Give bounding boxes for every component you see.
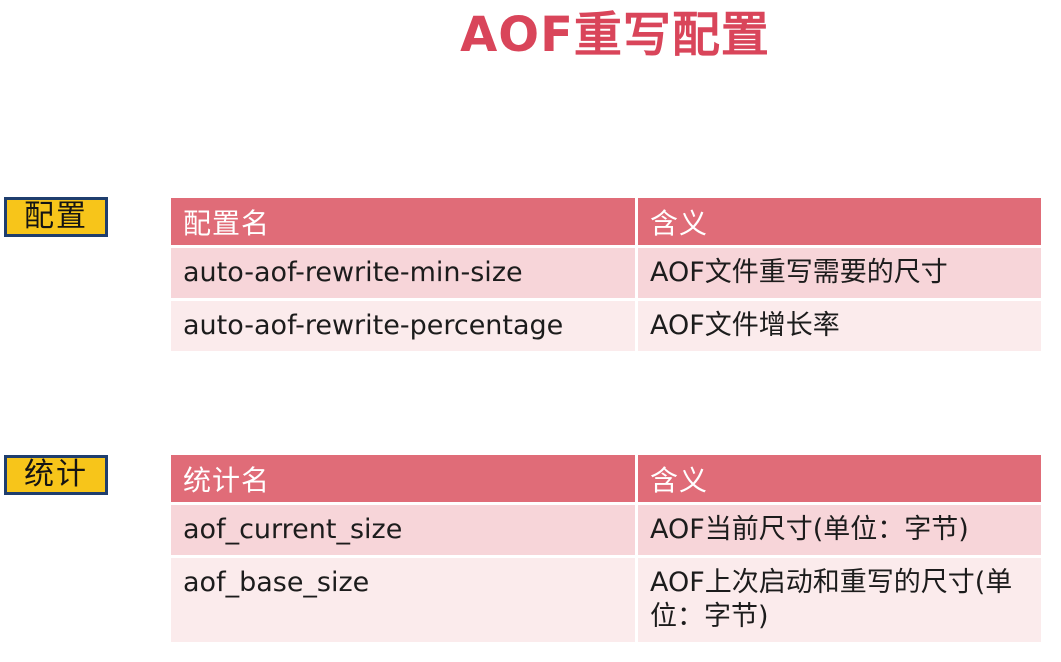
config-name-cell: auto-aof-rewrite-percentage bbox=[171, 301, 635, 354]
config-header-name: 配置名 bbox=[171, 198, 635, 248]
stats-meaning-cell: AOF上次启动和重写的尺寸(单位：字节) bbox=[635, 558, 1041, 645]
stats-header-meaning: 含义 bbox=[635, 455, 1041, 505]
table-row: auto-aof-rewrite-percentage AOF文件增长率 bbox=[171, 301, 1041, 354]
stats-meaning-cell: AOF当前尺寸(单位：字节) bbox=[635, 505, 1041, 558]
config-table: 配置名 含义 auto-aof-rewrite-min-size AOF文件重写… bbox=[171, 198, 1041, 354]
table-row: aof_base_size AOF上次启动和重写的尺寸(单位：字节) bbox=[171, 558, 1041, 645]
stats-section-tag: 统计 bbox=[4, 455, 108, 495]
stats-name-cell: aof_base_size bbox=[171, 558, 635, 645]
slide-title: AOF重写配置 bbox=[460, 7, 770, 63]
stats-header-name: 统计名 bbox=[171, 455, 635, 505]
stats-name-cell: aof_current_size bbox=[171, 505, 635, 558]
config-table-header-row: 配置名 含义 bbox=[171, 198, 1041, 248]
stats-table: 统计名 含义 aof_current_size AOF当前尺寸(单位：字节) a… bbox=[171, 455, 1041, 645]
config-section-tag: 配置 bbox=[4, 197, 108, 237]
table-row: aof_current_size AOF当前尺寸(单位：字节) bbox=[171, 505, 1041, 558]
config-name-cell: auto-aof-rewrite-min-size bbox=[171, 248, 635, 301]
config-meaning-cell: AOF文件重写需要的尺寸 bbox=[635, 248, 1041, 301]
config-meaning-cell: AOF文件增长率 bbox=[635, 301, 1041, 354]
config-header-meaning: 含义 bbox=[635, 198, 1041, 248]
table-row: auto-aof-rewrite-min-size AOF文件重写需要的尺寸 bbox=[171, 248, 1041, 301]
stats-table-header-row: 统计名 含义 bbox=[171, 455, 1041, 505]
